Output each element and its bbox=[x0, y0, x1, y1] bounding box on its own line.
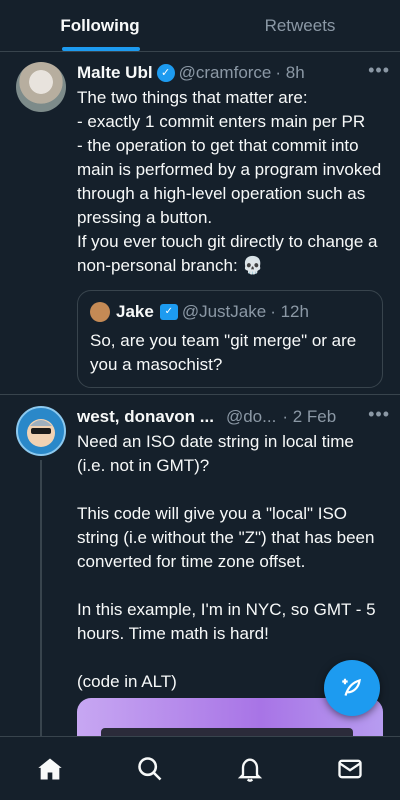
avatar-illustration-icon bbox=[27, 419, 55, 447]
nav-search[interactable] bbox=[100, 737, 200, 800]
quoted-avatar bbox=[90, 302, 110, 322]
author-handle[interactable]: @do... bbox=[226, 406, 276, 428]
messages-icon bbox=[338, 759, 362, 778]
tweet[interactable]: ••• Malte Ubl ✓ @cramforce · 8h The two … bbox=[0, 52, 400, 395]
avatar[interactable] bbox=[16, 62, 66, 112]
nav-messages[interactable] bbox=[300, 737, 400, 800]
search-icon bbox=[138, 756, 162, 780]
tweet-text: Need an ISO date string in local time (i… bbox=[77, 432, 376, 691]
quoted-author-handle: @JustJake bbox=[181, 302, 267, 321]
quoted-tweet[interactable]: Jake ✓ @JustJake · 12h So, are you team … bbox=[77, 290, 383, 388]
home-icon bbox=[38, 758, 62, 779]
compose-button[interactable] bbox=[324, 660, 380, 716]
quoted-author-name: Jake bbox=[116, 302, 154, 321]
avatar[interactable] bbox=[16, 406, 66, 456]
author-name[interactable]: west, donavon ... bbox=[77, 406, 214, 428]
verified-badge-icon: ✓ bbox=[156, 64, 175, 82]
tweet-text: The two things that matter are: - exactl… bbox=[77, 88, 382, 275]
compose-icon bbox=[342, 678, 361, 696]
quoted-text: So, are you team "git merge" or are you … bbox=[90, 331, 357, 374]
quoted-time: · 12h bbox=[270, 302, 309, 321]
tab-retweets[interactable]: Retweets bbox=[200, 0, 400, 51]
tweet-time[interactable]: · 8h bbox=[275, 62, 304, 84]
author-name[interactable]: Malte Ubl bbox=[77, 62, 153, 84]
notifications-icon bbox=[237, 757, 263, 782]
author-handle[interactable]: @cramforce bbox=[179, 62, 272, 84]
thread-line bbox=[40, 460, 42, 736]
tweet-time[interactable]: · 2 Feb bbox=[282, 406, 336, 428]
nav-home[interactable] bbox=[0, 737, 100, 800]
bottom-nav bbox=[0, 736, 400, 800]
timeline-tabs: Following Retweets bbox=[0, 0, 400, 52]
verified-badge-icon: ✓ bbox=[159, 304, 178, 320]
nav-notifications[interactable] bbox=[200, 737, 300, 800]
tab-following[interactable]: Following bbox=[0, 0, 200, 51]
